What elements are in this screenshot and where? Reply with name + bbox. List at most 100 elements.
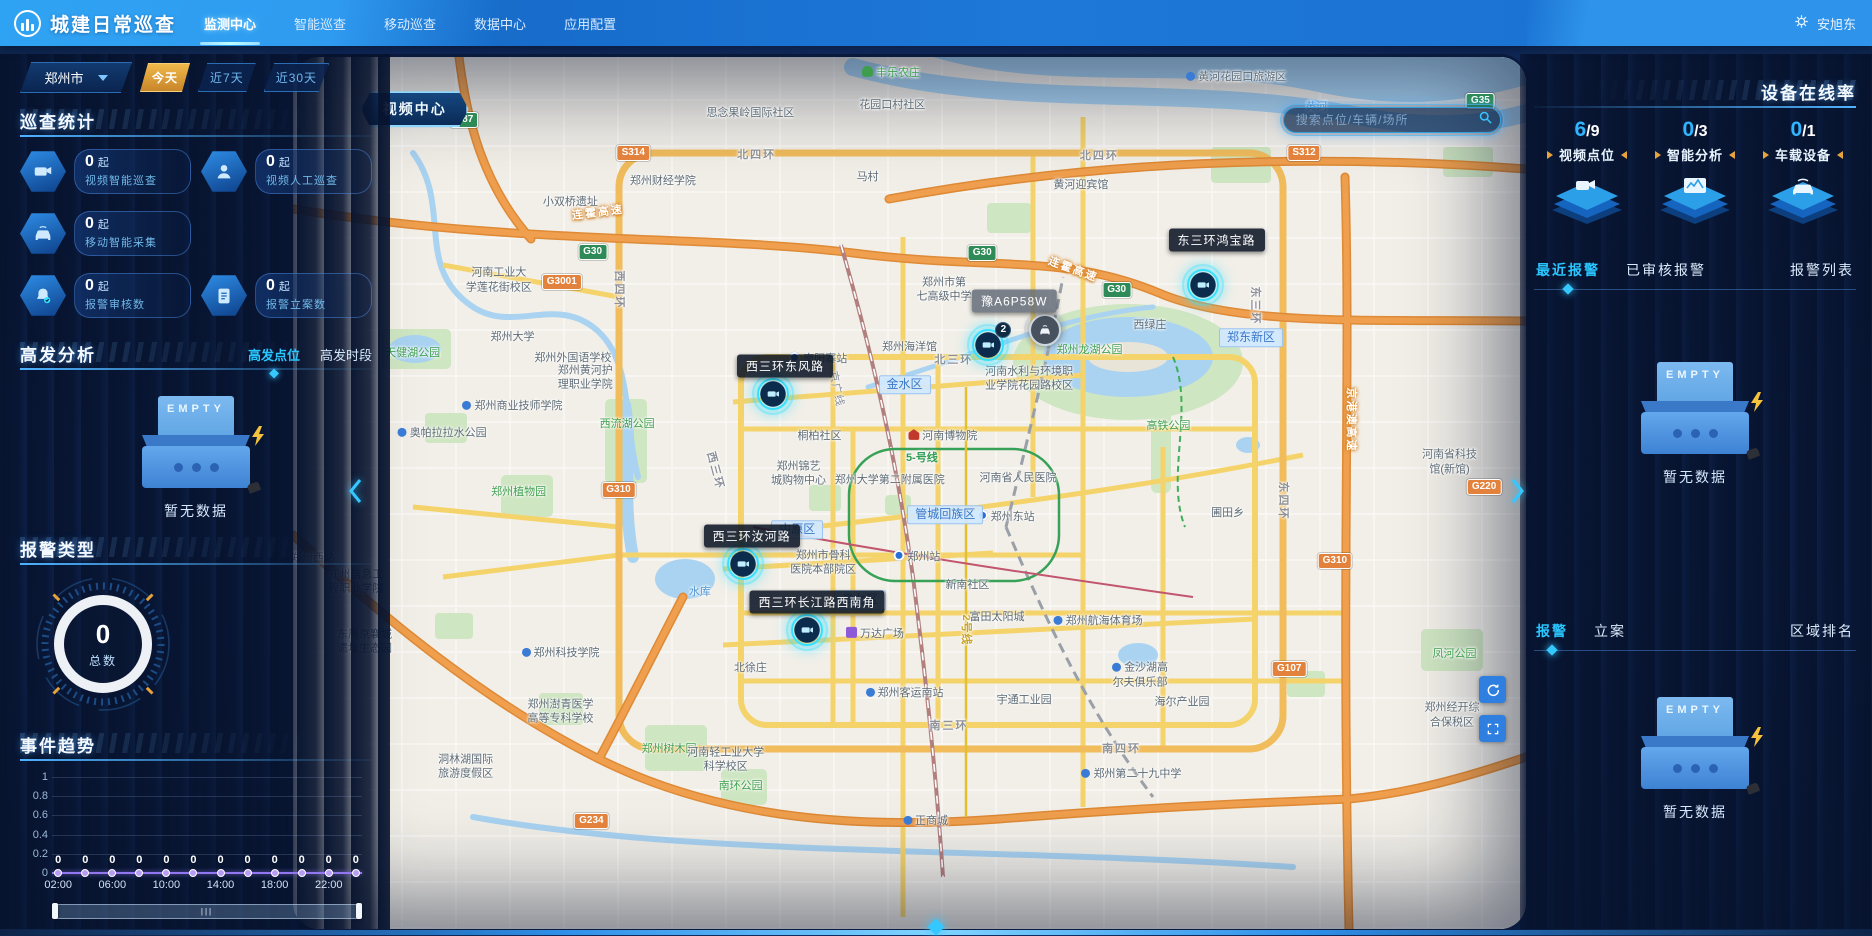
map-label: 郑州商业技师学院 [462, 399, 562, 413]
trend-data-point [217, 869, 225, 877]
magnifier-icon[interactable] [1478, 110, 1493, 130]
trend-data-point [108, 869, 116, 877]
map-label: 郑州锦艺城购物中心 [771, 460, 826, 489]
trend-y-tick: 0 [26, 867, 48, 879]
user-area: 安旭东 [1794, 0, 1856, 46]
gear-icon[interactable] [1794, 14, 1809, 32]
trend-y-tick: 0.4 [26, 829, 48, 841]
map-label: 思念果岭国际社区 [706, 106, 794, 120]
region-ranking-label[interactable]: 区域排名 [1790, 621, 1854, 641]
map-annotations: 思念果岭国际社区丰乐农庄花园口村社区黄河花园口旅游区黄河马村黄河迎宾馆北四环北四… [293, 57, 1526, 929]
vehicle-marker[interactable] [1029, 314, 1061, 346]
tab-reviewed-alarms[interactable]: 已审核报警 [1626, 260, 1706, 280]
user-name[interactable]: 安旭东 [1817, 14, 1856, 33]
tab-alarm-list[interactable]: 报警列表 [1790, 260, 1854, 280]
trend-value-label: 0 [353, 854, 359, 866]
high-freq-empty-state: EMPTY 暂无数据 [20, 396, 372, 521]
trend-value-label: 0 [217, 854, 223, 866]
camera-icon [20, 150, 66, 194]
trend-value-label: 0 [136, 854, 142, 866]
map-label: 天健湖公园 [385, 345, 440, 359]
trend-data-point [54, 869, 62, 877]
blue-poi-icon [1081, 769, 1090, 778]
map-label: 郑州海洋馆 [882, 340, 937, 354]
trend-value-label: 0 [190, 854, 196, 866]
trend-value-label: 0 [245, 854, 251, 866]
camera-marker[interactable] [1187, 269, 1219, 301]
road-badge: S312 [1287, 145, 1320, 161]
fullscreen-button[interactable] [1479, 715, 1506, 742]
map-label: 富田太阳城 [970, 610, 1025, 624]
blue-poi-icon [903, 816, 912, 825]
map-label: 水库 [689, 584, 711, 598]
map-label: 高铁公园 [1146, 419, 1190, 433]
alarm-type-gauge: 0 总数 [28, 571, 178, 717]
tab-high-freq-points[interactable]: 高发点位 [248, 345, 300, 366]
blue-poi-icon [866, 688, 875, 697]
camera-marker[interactable] [791, 614, 823, 646]
nav-app-config[interactable]: 应用配置 [560, 0, 620, 47]
car-icon [1757, 166, 1849, 228]
nav-monitor-center[interactable]: 监测中心 [200, 0, 260, 47]
patrol-stats: 0起视频智能巡查 0起视频人工巡查 0起移动智能采集 0起报警审核数 0起报警立… [20, 149, 372, 318]
alarm-empty-state: EMPTY 暂无数据 [1534, 362, 1856, 487]
document-icon [201, 274, 247, 318]
map-label: 河南工业大学莲花街校区 [466, 266, 532, 295]
map-label: 桐柏社区 [797, 429, 841, 443]
tree-poi-icon [862, 66, 873, 77]
map-label: 郑州植物园 [491, 485, 546, 499]
chevron-left-icon[interactable] [348, 478, 363, 509]
tab-case-filed[interactable]: 立案 [1594, 621, 1626, 641]
slider-right-handle[interactable] [356, 903, 362, 919]
city-dropdown[interactable]: 郑州市 [20, 62, 132, 93]
map-label: 郑州财经学院 [630, 174, 696, 188]
blue-poi-icon [1186, 72, 1195, 81]
map-label: 郑东新区 [1219, 328, 1283, 348]
tab-alarm[interactable]: 报警 [1536, 621, 1568, 641]
tab-high-freq-periods[interactable]: 高发时段 [320, 345, 372, 366]
range-today-button[interactable]: 今天 [140, 63, 190, 92]
slider-left-handle[interactable] [52, 903, 58, 919]
trend-y-tick: 0.2 [26, 848, 48, 860]
nav-data-center[interactable]: 数据中心 [470, 0, 530, 47]
map-label: 郑州东站 [977, 510, 1035, 524]
trend-datazoom-slider[interactable]: ||| [52, 904, 362, 919]
trend-data-point [81, 869, 89, 877]
map-label: 河南省人民医院 [980, 471, 1057, 485]
tab-recent-alarms[interactable]: 最近报警 [1536, 260, 1600, 280]
trend-data-point [189, 869, 197, 877]
camera-marker[interactable] [757, 378, 789, 410]
road-badge: G30 [968, 245, 997, 261]
device-online-title: 设备在线率 [1761, 79, 1856, 104]
city-map[interactable]: 思念果岭国际社区丰乐农庄花园口村社区黄河花园口旅游区黄河马村黄河迎宾馆北四环北四… [293, 57, 1526, 929]
map-label: 河南省科技馆(新馆) [1422, 448, 1477, 477]
refresh-button[interactable] [1479, 676, 1506, 703]
app-header: 城建日常巡查 监测中心 智能巡查 移动巡查 数据中心 应用配置 安旭东 [0, 0, 1872, 46]
app-title: 城建日常巡查 [50, 10, 176, 37]
trend-data-point [271, 869, 279, 877]
stat-alarm-filed: 0起报警立案数 [201, 273, 372, 318]
map-label: 金水区 [879, 375, 931, 395]
blue-poi-icon [398, 428, 407, 437]
case-tabs: 报警 立案 区域排名 [1534, 615, 1856, 651]
device-vehicle: 0/1 车载设备 [1750, 118, 1856, 228]
device-online-stats: 6/9 视频点位 0/3 智能分析 0/1 车载设备 [1534, 118, 1856, 228]
trend-value-label: 0 [272, 854, 278, 866]
map-label: 金沙湖高尔夫俱乐部 [1112, 661, 1168, 690]
camera-marker[interactable]: 2 [972, 329, 1004, 361]
range-30days-button[interactable]: 近30天 [264, 63, 329, 92]
search-input[interactable] [1283, 107, 1501, 133]
map-label: 郑州市骨科医院本部院区 [790, 548, 856, 577]
range-7days-button[interactable]: 近7天 [198, 63, 256, 92]
main-nav: 监测中心 智能巡查 移动巡查 数据中心 应用配置 [200, 0, 620, 46]
road-badge: G107 [1272, 661, 1306, 677]
nav-smart-patrol[interactable]: 智能巡查 [290, 0, 350, 47]
map-label: 西流湖公园 [600, 417, 655, 431]
map-label: 海尔产业园 [1154, 695, 1209, 709]
camera-marker[interactable] [727, 548, 759, 580]
nav-mobile-patrol[interactable]: 移动巡查 [380, 0, 440, 47]
trend-value-label: 0 [299, 854, 305, 866]
trend-y-tick: 0.6 [26, 809, 48, 821]
chevron-right-icon[interactable] [1510, 478, 1525, 509]
road-badge: G30 [578, 244, 607, 260]
